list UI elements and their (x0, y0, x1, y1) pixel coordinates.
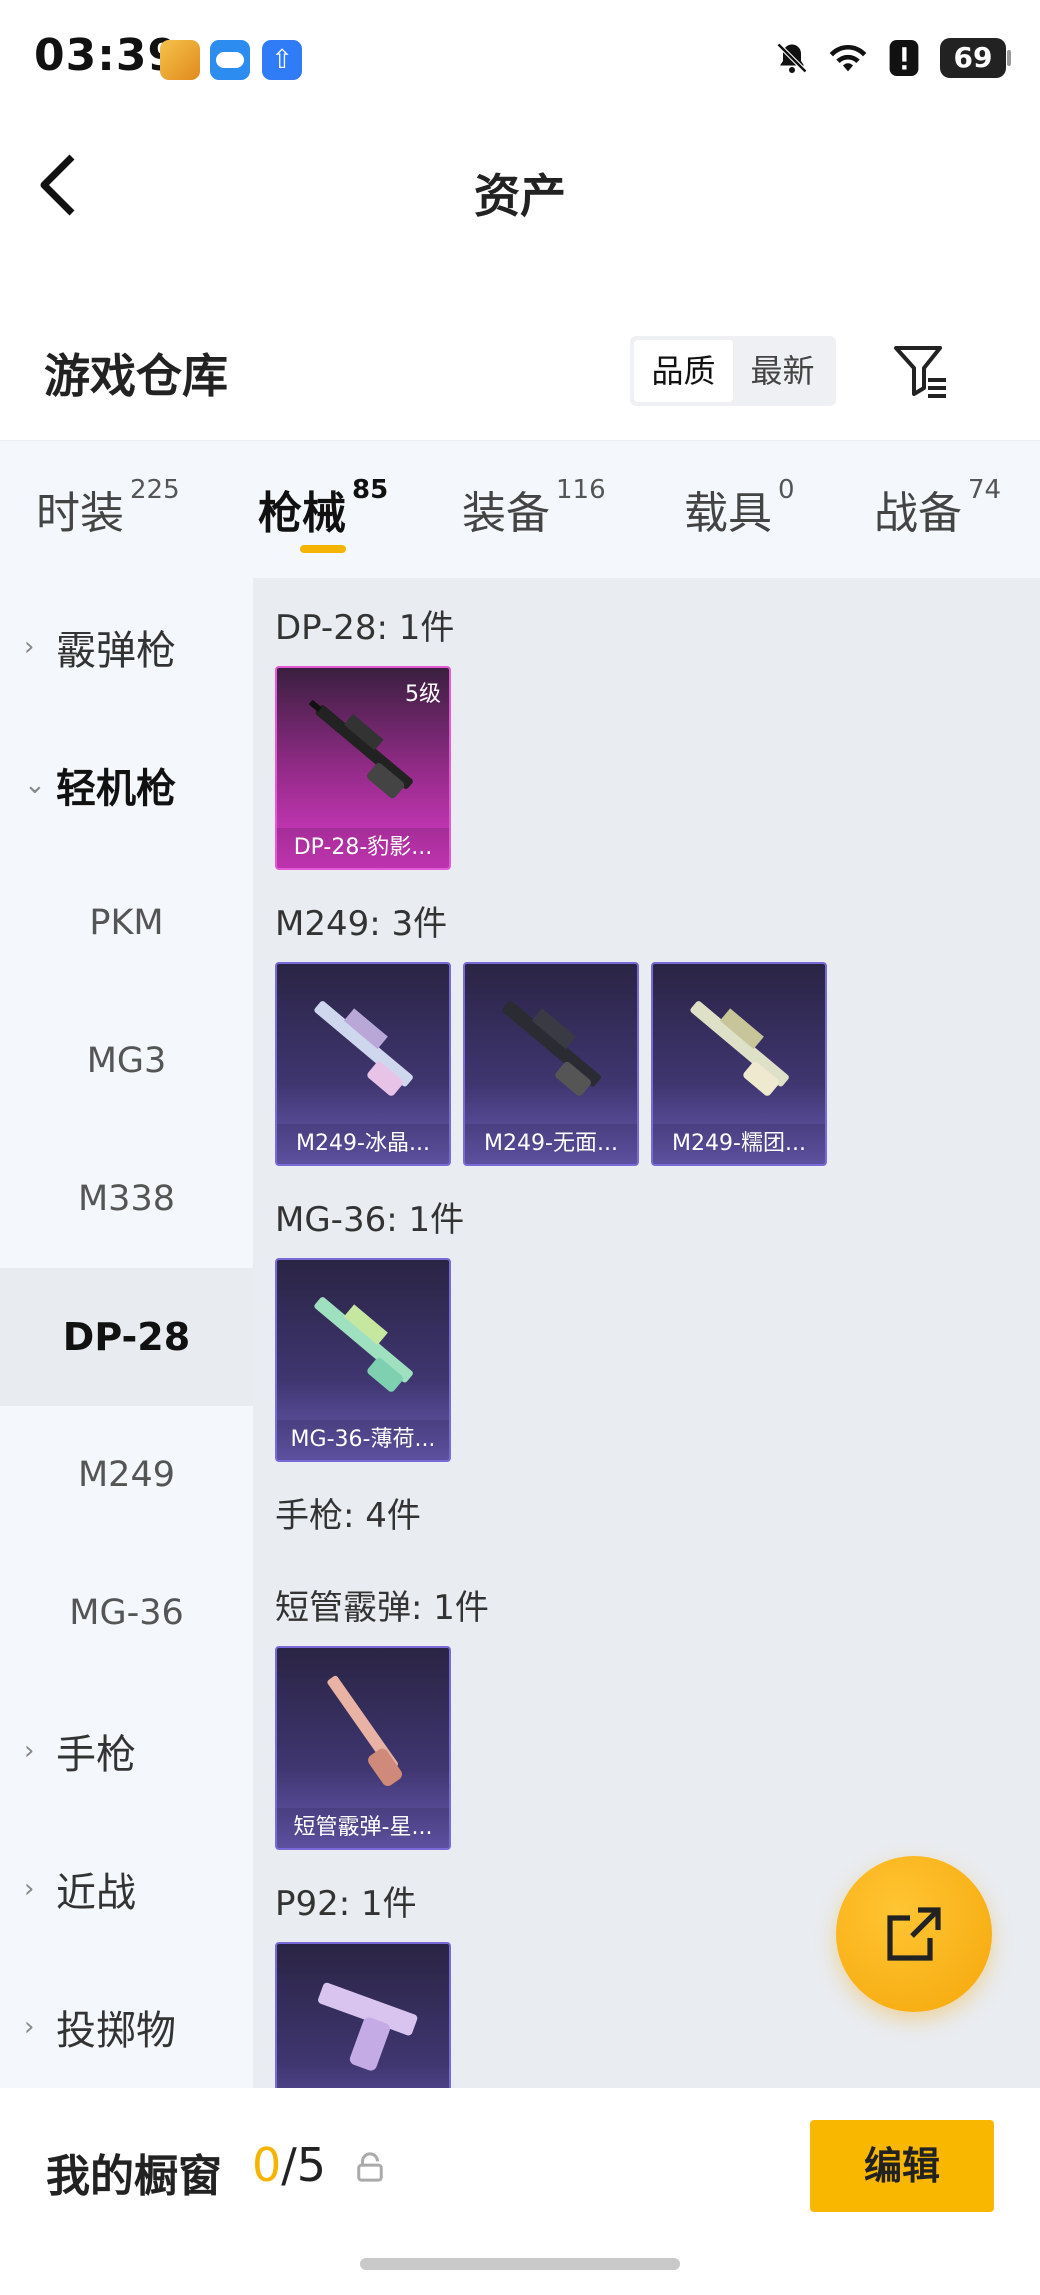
chevron-right-icon: › (24, 1736, 35, 1766)
category-melee[interactable]: › 近战 (0, 1820, 253, 1958)
chevron-right-icon: › (24, 2012, 35, 2042)
showcase-current: 0 (252, 2138, 282, 2192)
group-title: P92: 1件 (275, 1884, 417, 1924)
filter-icon (894, 346, 946, 398)
status-time: 03:39 (34, 30, 180, 81)
item-card[interactable]: M249-冰晶... (275, 962, 451, 1166)
tab-label: 战备 (874, 488, 962, 539)
weather-app-icon (210, 40, 250, 80)
subcategory-pkm[interactable]: PKM (0, 854, 253, 992)
item-name: M249-冰晶... (277, 1124, 449, 1164)
tab-count: 85 (352, 475, 389, 505)
item-level-badge: 5级 (405, 682, 441, 707)
category-shotgun[interactable]: › 霰弹枪 (0, 578, 253, 716)
item-card[interactable]: MG-36-薄荷... (275, 1258, 451, 1462)
tab-label: 载具 (684, 488, 772, 539)
share-external-icon (887, 1907, 941, 1961)
group-title: MG-36: 1件 (275, 1200, 465, 1240)
group-title: 手枪: 4件 (275, 1496, 421, 1536)
tab-count: 0 (778, 475, 795, 505)
category-lmg[interactable]: ⌄ 轻机枪 (0, 716, 253, 854)
sort-quality-option[interactable]: 品质 (634, 340, 733, 402)
subcategory-dp28[interactable]: DP-28 (0, 1268, 253, 1406)
showcase-count: 0/5 (252, 2138, 326, 2192)
item-name: MG-36-薄荷... (277, 1420, 449, 1460)
filter-button[interactable] (890, 340, 950, 400)
battery-indicator: 69 (940, 38, 1011, 78)
item-card[interactable]: 短管霰弹-星... (275, 1646, 451, 1850)
tab-vehicles[interactable]: 载具 0 (684, 475, 795, 541)
subcategory-label: MG-36 (69, 1593, 184, 1633)
subcategory-label: M249 (77, 1455, 175, 1495)
chevron-down-icon: ⌄ (24, 770, 46, 800)
tab-label: 时装 (36, 488, 124, 539)
tab-label: 装备 (462, 488, 550, 539)
subcategory-label: MG3 (86, 1041, 167, 1081)
subcategory-m249[interactable]: M249 (0, 1406, 253, 1544)
tab-equipment[interactable]: 装备 116 (462, 475, 606, 541)
home-indicator[interactable] (360, 2258, 680, 2270)
group-title: 短管霰弹: 1件 (275, 1588, 489, 1628)
chevron-right-icon: › (24, 1874, 35, 1904)
item-card[interactable]: M249-糯团... (651, 962, 827, 1166)
category-throwable[interactable]: › 投掷物 (0, 1958, 253, 2096)
lock-icon (357, 2152, 383, 2182)
item-card[interactable]: 5级 DP-28-豹影... (275, 666, 451, 870)
item-name: M249-无面... (465, 1124, 637, 1164)
category-label: 投掷物 (56, 2008, 176, 2054)
item-name: M249-糯团... (653, 1124, 825, 1164)
tab-label: 枪械 (258, 488, 346, 539)
alert-icon (884, 38, 924, 78)
shotgun-skin-icon (327, 1675, 403, 1787)
tab-firearms[interactable]: 枪械 85 (258, 475, 389, 541)
showcase-total: /5 (281, 2138, 327, 2192)
group-title: M249: 3件 (275, 904, 448, 944)
chevron-right-icon: › (24, 632, 35, 662)
category-label: 近战 (56, 1870, 136, 1916)
subcategory-label: PKM (89, 903, 164, 943)
item-card[interactable]: M249-无面... (463, 962, 639, 1166)
tab-count: 74 (968, 475, 1002, 505)
lmg-skin-icon (502, 1001, 601, 1096)
sort-newest-option[interactable]: 最新 (733, 340, 832, 402)
subcategory-mg36[interactable]: MG-36 (0, 1544, 253, 1682)
category-tabs: 时装 225 枪械 85 装备 116 载具 0 战备 74 (0, 440, 1040, 578)
weapon-category-list: › 霰弹枪 ⌄ 轻机枪 PKM MG3 M338 DP-28 M249 MG-36 … (0, 578, 253, 2088)
subcategory-mg3[interactable]: MG3 (0, 992, 253, 1130)
warehouse-title: 游戏仓库 (44, 349, 228, 403)
lmg-skin-icon (314, 1297, 413, 1392)
item-name: 短管霰弹-星... (277, 1808, 449, 1848)
sort-toggle: 品质 最新 (630, 336, 836, 406)
tab-supplies[interactable]: 战备 74 (874, 475, 1002, 541)
upload-app-icon: ⇧ (262, 40, 302, 80)
share-fab-button[interactable] (836, 1856, 992, 2012)
group-title: DP-28: 1件 (275, 608, 455, 648)
showcase-bar: 我的橱窗 0/5 编辑 (0, 2088, 1040, 2295)
lmg-skin-icon (690, 1001, 789, 1096)
warehouse-section: 游戏仓库 品质 最新 (0, 310, 1040, 430)
tab-fashion[interactable]: 时装 225 (36, 475, 180, 541)
game-app-icon (160, 40, 200, 80)
wifi-icon (828, 38, 868, 78)
subcategory-label: M338 (77, 1179, 175, 1219)
status-bar: 03:39 ⇧ 69 (0, 0, 1040, 120)
active-tab-indicator (300, 545, 346, 553)
tab-count: 225 (130, 475, 180, 505)
page-title: 资产 (474, 169, 566, 223)
mute-bell-icon (772, 38, 812, 78)
app-header: 资产 (0, 120, 1040, 250)
item-card[interactable] (275, 1942, 451, 2088)
subcategory-label: DP-28 (62, 1315, 191, 1359)
subcategory-m338[interactable]: M338 (0, 1130, 253, 1268)
item-name: DP-28-豹影... (277, 828, 449, 868)
tab-count: 116 (556, 475, 606, 505)
category-label: 手枪 (56, 1732, 136, 1778)
showcase-title: 我的橱窗 (46, 2151, 222, 2202)
pistol-skin-icon (318, 1982, 418, 2071)
category-pistol[interactable]: › 手枪 (0, 1682, 253, 1820)
category-label: 霰弹枪 (56, 628, 176, 674)
lmg-skin-icon (314, 1001, 413, 1096)
category-label: 轻机枪 (56, 766, 176, 812)
edit-button[interactable]: 编辑 (810, 2120, 994, 2212)
